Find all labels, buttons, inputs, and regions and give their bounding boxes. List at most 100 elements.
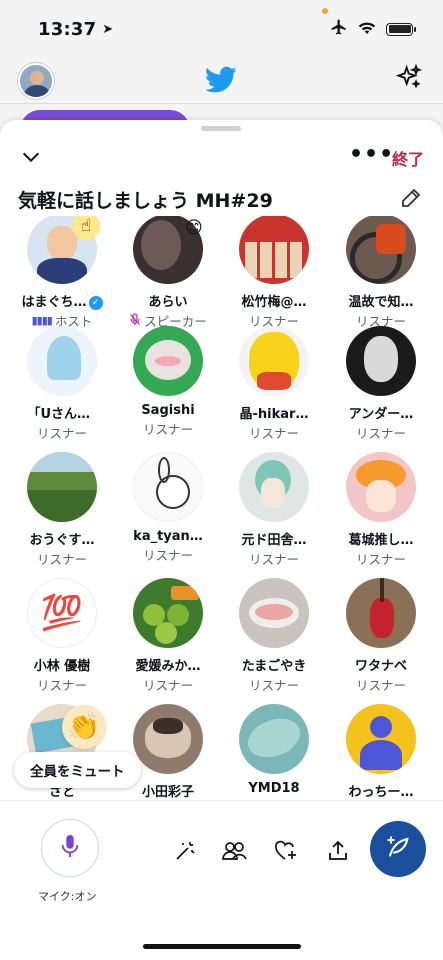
participant-role-label: リスナー: [248, 426, 299, 441]
space-sheet: ••• 終了 気軽に話しましょう MH#29 はまぐち… ✓ ▮▮▮▮ ホスト あらいス…: [0, 120, 443, 960]
participant-role: リスナー: [221, 423, 327, 442]
pencil-icon[interactable]: [399, 186, 423, 214]
participant-role-label: リスナー: [36, 678, 87, 693]
avatar[interactable]: [346, 578, 416, 648]
participant-name: わっちー…: [348, 785, 414, 800]
home-indicator[interactable]: [143, 944, 301, 949]
participant-name: はまぐち… ✓: [9, 291, 115, 310]
magic-wand-icon[interactable]: [171, 837, 199, 865]
avatar[interactable]: [133, 452, 203, 522]
participant-role-label: リスナー: [355, 552, 406, 567]
battery-icon: [386, 22, 416, 36]
avatar[interactable]: [239, 578, 309, 648]
wifi-icon: [358, 20, 376, 39]
sheet-header: ••• 終了: [0, 144, 443, 174]
avatar[interactable]: [239, 326, 309, 396]
participant-role-label: リスナー: [142, 548, 193, 563]
avatar[interactable]: [133, 704, 203, 774]
participant-card[interactable]: 晶-hikar… リスナー: [221, 326, 327, 442]
avatar[interactable]: [18, 62, 54, 99]
participant-card[interactable]: おうぐす… リスナー: [9, 452, 115, 568]
avatar[interactable]: [239, 704, 309, 774]
participant-role-label: リスナー: [142, 678, 193, 693]
mute-all-button[interactable]: 全員をミュート: [14, 752, 141, 788]
participant-name: 晶-hikar…: [239, 407, 309, 422]
avatar[interactable]: [239, 216, 309, 284]
avatar[interactable]: 💯: [27, 578, 97, 648]
status-time: 13:37: [38, 18, 97, 40]
participant-role: リスナー: [221, 549, 327, 568]
participant-name: 小林 優樹: [33, 659, 91, 674]
space-title: 気軽に話しましょう MH#29: [18, 190, 273, 212]
participant-card[interactable]: たまごやき リスナー: [221, 578, 327, 694]
chevron-down-icon[interactable]: [20, 146, 42, 172]
participant-card[interactable]: 💯 小林 優樹リスナー: [9, 578, 115, 694]
participant-card[interactable]: ワタナベ リスナー: [328, 578, 434, 694]
end-button[interactable]: 終了: [392, 146, 424, 170]
participant-role: リスナー: [9, 675, 115, 694]
participant-card[interactable]: アンダー… リスナー: [328, 326, 434, 442]
microphone-icon: [59, 833, 81, 863]
participant-role: リスナー: [115, 419, 221, 438]
twitter-bird-icon: [205, 66, 237, 98]
participant-role-label: リスナー: [355, 678, 406, 693]
participant-role-label: リスナー: [248, 678, 299, 693]
participant-role: リスナー: [328, 675, 434, 694]
participant-name: 元ド田舎…: [241, 533, 307, 548]
avatar[interactable]: [346, 452, 416, 522]
microphone-button[interactable]: [41, 819, 99, 877]
participant-name: おうぐす…: [29, 533, 95, 548]
participant-role: リスナー: [328, 423, 434, 442]
compose-button[interactable]: [370, 821, 426, 877]
hundred-emoji-icon: 💯: [40, 593, 84, 633]
space-toolbar: マイク:オン: [0, 800, 443, 920]
participant-card[interactable]: YMD18: [221, 704, 327, 796]
avatar[interactable]: [133, 578, 203, 648]
share-icon[interactable]: [324, 837, 352, 865]
avatar[interactable]: [346, 326, 416, 396]
avatar[interactable]: [133, 326, 203, 396]
participant-card[interactable]: わっちー…: [328, 704, 434, 800]
people-icon[interactable]: [220, 837, 248, 865]
participant-role: リスナー: [9, 423, 115, 442]
twitter-header: [0, 58, 443, 104]
participant-role-label: リスナー: [355, 426, 406, 441]
avatar[interactable]: [27, 326, 97, 396]
camera-indicator: [322, 8, 328, 14]
participant-name: ｢Uさん…: [33, 407, 91, 422]
participant-card[interactable]: ｢Uさん… リスナー: [9, 326, 115, 442]
participant-role-label: リスナー: [248, 552, 299, 567]
participant-role-label: リスナー: [142, 422, 193, 437]
participant-card[interactable]: 葛城推し… リスナー: [328, 452, 434, 568]
participant-role: リスナー: [115, 675, 221, 694]
participant-card[interactable]: 元ド田舎… リスナー: [221, 452, 327, 568]
clap-reaction-icon: 👏: [62, 705, 106, 749]
participant-card[interactable]: 愛媛みか… リスナー: [115, 578, 221, 694]
participant-role-label: リスナー: [36, 426, 87, 441]
avatar[interactable]: [27, 452, 97, 522]
airplane-icon: [330, 18, 348, 40]
participant-name: ワタナベ: [354, 659, 407, 674]
participant-role: リスナー: [328, 549, 434, 568]
more-icon[interactable]: •••: [349, 144, 394, 166]
verified-badge-icon: ✓: [88, 296, 103, 310]
participant-card[interactable]: 松竹梅@… リスナー: [221, 216, 327, 330]
sparkle-icon[interactable]: [395, 63, 423, 96]
participant-name: たまごやき: [241, 659, 307, 674]
participant-name: Sagishi: [141, 403, 195, 418]
participant-card[interactable]: ka_tyan… リスナー: [115, 452, 221, 564]
participant-name: 温故で知…: [348, 295, 414, 310]
location-arrow-icon: ➤: [102, 21, 114, 37]
mic-status-label: マイク:オン: [38, 890, 97, 903]
avatar[interactable]: [346, 704, 416, 774]
participant-card[interactable]: 温故で知… リスナー: [328, 216, 434, 330]
participant-card[interactable]: Sagishi リスナー: [115, 326, 221, 438]
compose-icon: [384, 833, 412, 865]
avatar[interactable]: [346, 216, 416, 284]
sheet-grabber[interactable]: [201, 126, 241, 131]
participant-name: YMD18: [248, 781, 300, 796]
participant-role: リスナー: [115, 545, 221, 564]
heart-plus-icon[interactable]: [272, 837, 300, 865]
participant-card[interactable]: はまぐち… ✓ ▮▮▮▮ ホスト: [9, 216, 115, 330]
avatar[interactable]: [239, 452, 309, 522]
